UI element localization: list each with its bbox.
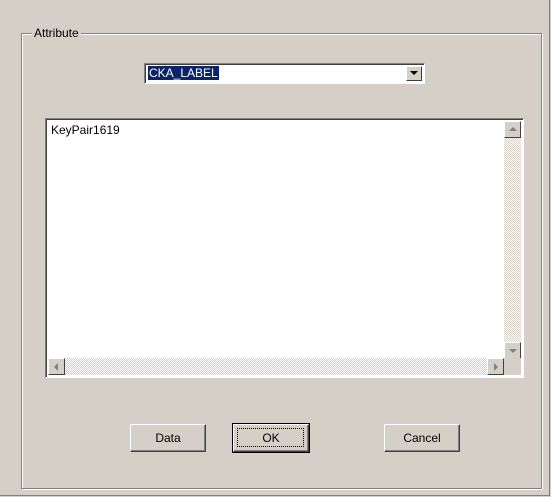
attribute-value-textarea[interactable]: KeyPair1619	[45, 118, 524, 378]
ok-button[interactable]: OK	[232, 423, 310, 453]
attribute-dialog: Attribute CKA_LABEL KeyPair1619 Data OK …	[0, 0, 550, 496]
vertical-scrollbar[interactable]	[504, 121, 521, 359]
cancel-button[interactable]: Cancel	[384, 424, 460, 452]
attribute-group-label: Attribute	[32, 24, 81, 42]
attribute-value-text: KeyPair1619	[51, 123, 120, 137]
arrow-right-icon	[494, 363, 498, 371]
attribute-select-dropdown-button[interactable]	[406, 66, 422, 81]
attribute-select[interactable]: CKA_LABEL	[144, 63, 425, 84]
horizontal-scrollbar[interactable]	[48, 358, 504, 375]
scroll-right-button[interactable]	[487, 358, 504, 375]
scroll-up-button[interactable]	[504, 121, 521, 138]
scroll-down-button[interactable]	[504, 342, 521, 359]
scrollbar-corner	[504, 358, 521, 375]
arrow-left-icon	[54, 363, 58, 371]
data-button[interactable]: Data	[130, 424, 206, 452]
arrow-up-icon	[509, 127, 517, 131]
focus-rect	[237, 428, 304, 447]
attribute-select-value: CKA_LABEL	[148, 66, 219, 80]
chevron-down-icon	[410, 71, 418, 75]
scroll-left-button[interactable]	[48, 358, 65, 375]
arrow-down-icon	[509, 349, 517, 353]
